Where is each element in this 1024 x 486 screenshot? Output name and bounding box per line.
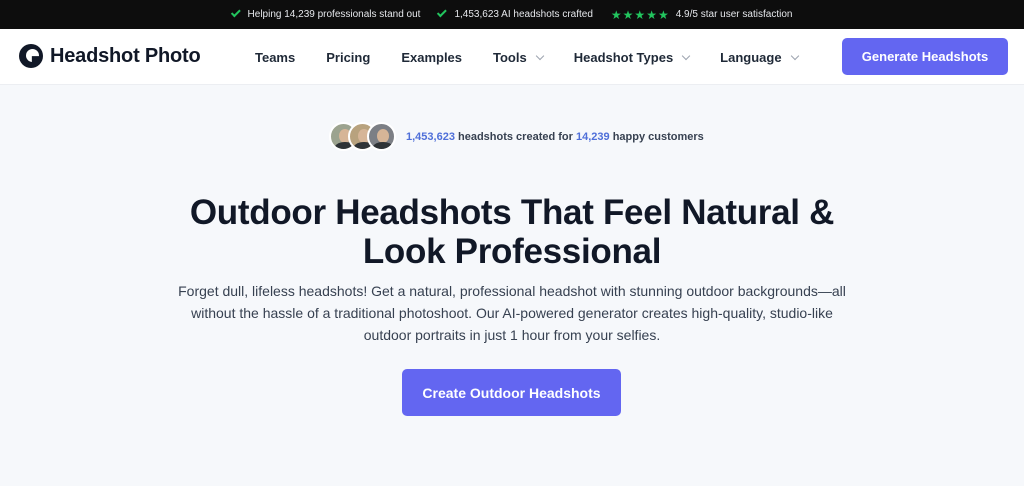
nav-label: Teams bbox=[255, 49, 296, 65]
star-icon: ★ bbox=[610, 7, 622, 22]
nav-item-language[interactable]: Language bbox=[720, 49, 799, 65]
nav-item-headshot-types[interactable]: Headshot Types bbox=[573, 49, 691, 65]
check-icon bbox=[230, 7, 241, 18]
hero-subtitle: Forget dull, lifeless headshots! Get a n… bbox=[178, 283, 846, 343]
site-header: Headshot Photo Teams Pricing Examples To… bbox=[0, 29, 1024, 85]
logo-text: Headshot Photo bbox=[50, 44, 201, 67]
headline-line-2: Look Professional bbox=[362, 232, 662, 271]
logo[interactable]: Headshot Photo bbox=[19, 44, 201, 68]
headshot-count: 1,453,623 bbox=[406, 130, 455, 143]
nav-item-examples[interactable]: Examples bbox=[401, 50, 462, 65]
announcement-rating: ★ ★ ★ ★ ★ 4.9/5 star user satisfaction bbox=[611, 9, 793, 21]
announcement-professionals: Helping 14,239 professionals stand out bbox=[230, 7, 421, 20]
announcement-text: 1,453,623 AI headshots crafted bbox=[454, 9, 593, 20]
nav-label: Language bbox=[720, 49, 782, 65]
logo-icon bbox=[19, 44, 43, 68]
create-outdoor-headshots-button[interactable]: Create Outdoor Headshots bbox=[402, 369, 621, 416]
main-nav: Teams Pricing Examples Tools Headshot Ty… bbox=[255, 29, 829, 85]
announcement-text: 4.9/5 star user satisfaction bbox=[675, 9, 793, 20]
nav-label: Tools bbox=[493, 49, 527, 65]
check-icon bbox=[437, 7, 448, 18]
chevron-down-icon bbox=[681, 51, 691, 60]
proof-end: happy customers bbox=[609, 130, 704, 143]
proof-middle: headshots created for bbox=[454, 130, 576, 143]
rating-stars: ★ ★ ★ ★ ★ bbox=[611, 9, 670, 21]
star-icon: ★ bbox=[657, 7, 669, 22]
announcement-bar: Helping 14,239 professionals stand out 1… bbox=[0, 0, 1024, 29]
social-proof: 1,453,623 headshots created for 14,239 h… bbox=[329, 122, 704, 151]
star-icon: ★ bbox=[646, 7, 657, 22]
nav-item-teams[interactable]: Teams bbox=[255, 50, 295, 65]
chevron-down-icon bbox=[535, 51, 544, 60]
headline-line-1: Outdoor Headshots That Feel Natural & bbox=[189, 193, 835, 232]
nav-item-pricing[interactable]: Pricing bbox=[326, 50, 370, 65]
customer-count: 14,239 bbox=[575, 130, 610, 143]
nav-label: Headshot Types bbox=[573, 49, 674, 65]
announcement-headshots: 1,453,623 AI headshots crafted bbox=[437, 7, 593, 20]
star-icon: ★ bbox=[634, 7, 646, 22]
generate-headshots-button[interactable]: Generate Headshots bbox=[842, 38, 1008, 75]
announcement-text: Helping 14,239 professionals stand out bbox=[247, 9, 421, 20]
avatar bbox=[367, 122, 396, 151]
star-icon: ★ bbox=[622, 7, 634, 22]
avatar-group bbox=[329, 122, 396, 151]
hero-headline: Outdoor Headshots That Feel Natural & Lo… bbox=[112, 193, 912, 271]
nav-label: Pricing bbox=[326, 49, 371, 65]
nav-label: Examples bbox=[401, 49, 463, 65]
chevron-down-icon bbox=[790, 51, 799, 60]
social-proof-text: 1,453,623 headshots created for 14,239 h… bbox=[406, 131, 704, 143]
nav-item-tools[interactable]: Tools bbox=[493, 49, 544, 65]
